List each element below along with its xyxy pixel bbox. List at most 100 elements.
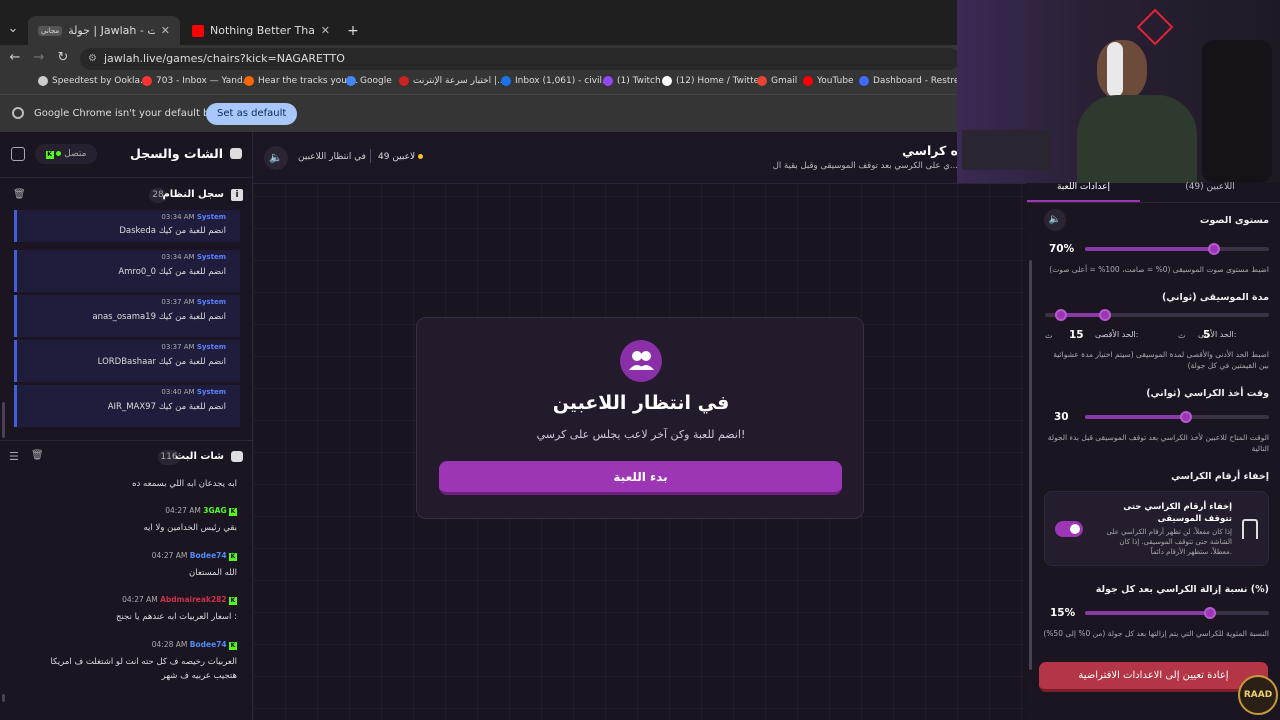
- bookmark-label: Hear the tracks you'...: [258, 76, 359, 86]
- volume-fill: [1085, 247, 1214, 251]
- system-log-title: سجل النظام: [162, 189, 224, 200]
- connection-status: K متصل: [35, 144, 97, 164]
- yandex-icon: [142, 76, 152, 86]
- music-duration-slider[interactable]: [1045, 309, 1269, 321]
- hide-numbers-card: إخفاء أرقام الكراسي حتى تتوقف الموسيقى إ…: [1044, 491, 1269, 566]
- volume-thumb[interactable]: [1207, 243, 1220, 255]
- hide-numbers-toggle[interactable]: [1055, 521, 1083, 537]
- bookmark-item[interactable]: YouTube: [803, 76, 854, 86]
- volume-description: اضبط مستوى صوت الموسيقى (0% = صامت، 100%…: [1049, 265, 1269, 274]
- divider: [0, 440, 253, 441]
- bookmark-item[interactable]: Inbox (1,061) - civil...: [501, 76, 611, 86]
- url-text: jawlah.live/games/chairs?kick=NAGARETTO: [104, 52, 345, 65]
- chat-meta: 04:27 AM 3GAG K: [165, 506, 237, 516]
- tab-game-settings[interactable]: إعدادات اللعبة: [1027, 182, 1140, 202]
- status-text: متصل: [64, 149, 87, 159]
- volume-icon[interactable]: 🔈: [1044, 209, 1066, 231]
- bookmark-item[interactable]: (1) Twitch: [603, 76, 661, 86]
- headphones-icon: [1107, 42, 1123, 97]
- log-text: Amro0_0 انضم للعبة من كيك: [118, 267, 226, 277]
- duration-max-thumb[interactable]: [1099, 309, 1112, 321]
- panel-title: الشات والسجل: [130, 146, 223, 161]
- duration-min-value: 5: [1203, 329, 1211, 341]
- close-tab-icon[interactable]: ✕: [161, 24, 170, 37]
- set-default-button[interactable]: Set as default: [206, 103, 298, 125]
- tab-badge: مجاني: [38, 25, 63, 36]
- youtube-icon: [192, 24, 204, 37]
- waiting-title: في انتظار اللاعبين: [552, 392, 730, 414]
- bookmark-label: Google: [360, 76, 392, 86]
- bookmark-item[interactable]: 703 - Inbox — Yand...: [142, 76, 251, 86]
- volume-slider[interactable]: [1085, 243, 1269, 255]
- tab-search-icon[interactable]: ⌄: [4, 20, 22, 38]
- removal-label: نسبة إزالة الكراسي بعد كل جولة (%): [1095, 584, 1269, 595]
- bookmark-item[interactable]: Speedtest by Ookla...: [38, 76, 149, 86]
- game-description: ي على الكرسي بعد توقف الموسيقى وقبل بقية…: [772, 161, 958, 171]
- bookmark-item[interactable]: Google: [346, 76, 392, 86]
- back-icon[interactable]: ←: [6, 49, 24, 67]
- clear-chat-icon[interactable]: 🗑: [31, 450, 44, 461]
- reset-defaults-button[interactable]: إعادة تعيين إلى الاعدادات الافتراضية: [1039, 662, 1268, 692]
- removal-value: 15%: [1050, 607, 1076, 619]
- chat-message: 04:27 AM 3GAG K بقي رئيس الخدامين ولا اي…: [7, 506, 237, 535]
- chair-time-fill: [1085, 415, 1187, 419]
- log-text: AIR_MAX97 انضم للعبة من كيك: [107, 402, 226, 412]
- bookmark-item[interactable]: (12) Home / Twitter: [662, 76, 763, 86]
- chat-message: 04:27 AM Abdmaireak282 K اسعار العربيات …: [7, 595, 237, 624]
- log-message: 03:34 AM System Daskeda انضم للعبة من كي…: [14, 210, 240, 242]
- settings-tabs: إعدادات اللعبة اللاعبين (49): [1027, 182, 1280, 203]
- chat-icon: [230, 148, 242, 159]
- volume-value: 70%: [1049, 243, 1075, 255]
- settings-panel: إعدادات اللعبة اللاعبين (49) 🔈 مستوى الص…: [1027, 182, 1280, 720]
- chat-meta: 04:28 AM Bodee74 K: [151, 640, 237, 650]
- chat-scrollbar[interactable]: [2, 694, 5, 702]
- log-meta: 03:34 AM System: [161, 213, 226, 221]
- settings-scrollbar[interactable]: [1029, 260, 1032, 670]
- log-meta: 03:40 AM System: [161, 388, 226, 396]
- hide-numbers-section-label: إخفاء أرقام الكراسي: [1171, 471, 1269, 482]
- chat-meta: 04:27 AM Abdmaireak282 K: [122, 595, 237, 605]
- twitch-icon: [603, 76, 613, 86]
- log-message: 03:37 AM System anas_osama19 انضم للعبة …: [14, 295, 240, 337]
- game-header: 🔈 في انتظار اللاعبين 49 لاعبين ه كراسي ي…: [253, 132, 1026, 184]
- mail-icon: [501, 76, 511, 86]
- close-tab-icon[interactable]: ✕: [321, 24, 330, 37]
- collapse-panel-icon[interactable]: [11, 147, 25, 161]
- speedtest-icon: [38, 76, 48, 86]
- stream-chat-title: شات البث: [175, 451, 224, 462]
- site-info-icon[interactable]: ⚙: [88, 48, 97, 70]
- bookmark-item[interactable]: Gmail: [757, 76, 797, 86]
- tab-jawlah[interactable]: مجاني جولة | Jawlah - منصة الألعاب الت..…: [28, 16, 180, 45]
- hide-numbers-title: إخفاء أرقام الكراسي حتى تتوقف الموسيقى: [1123, 502, 1232, 524]
- removal-slider[interactable]: [1085, 607, 1269, 619]
- forward-icon[interactable]: →: [30, 49, 48, 67]
- bookmark-label: Speedtest by Ookla...: [52, 76, 149, 86]
- clear-log-icon[interactable]: 🗑: [13, 189, 26, 200]
- removal-thumb[interactable]: [1204, 607, 1217, 619]
- youtube-icon: [803, 76, 813, 86]
- google-icon: [346, 76, 356, 86]
- users-icon: [620, 340, 662, 382]
- tab-label: Nothing Better Than The Super...: [210, 24, 315, 37]
- duration-min-thumb[interactable]: [1054, 309, 1067, 321]
- start-game-button[interactable]: بدء اللعبة: [439, 461, 842, 495]
- reload-icon[interactable]: ↻: [54, 49, 72, 67]
- log-scrollbar[interactable]: [2, 402, 5, 438]
- bookmark-item[interactable]: Dashboard - Restre...: [859, 76, 968, 86]
- bookmark-item[interactable]: Hear the tracks you'...: [244, 76, 358, 86]
- chair-time-thumb[interactable]: [1180, 411, 1193, 423]
- chair-time-slider[interactable]: [1085, 411, 1269, 423]
- duration-max-label: الحد الأقصى:: [1095, 330, 1139, 339]
- bookmark-item[interactable]: اختبار سرعة الإنترنت |...: [399, 76, 506, 86]
- filter-icon[interactable]: ☰: [9, 450, 19, 463]
- bookmark-label: Inbox (1,061) - civil...: [515, 76, 611, 86]
- speed-icon: [399, 76, 409, 86]
- tab-youtube[interactable]: Nothing Better Than The Super... ✕: [182, 16, 340, 45]
- tab-players[interactable]: اللاعبين (49): [1140, 182, 1280, 202]
- log-message: 03:40 AM System AIR_MAX97 انضم للعبة من …: [14, 385, 240, 427]
- sound-toggle-icon[interactable]: 🔈: [264, 146, 288, 170]
- chair-time-label: وقت أخذ الكراسي (ثواني): [1146, 388, 1269, 399]
- waiting-card: في انتظار اللاعبين انضم للعبة وكن آخر لا…: [416, 317, 864, 519]
- new-tab-button[interactable]: +: [342, 16, 364, 45]
- url-field[interactable]: ⚙ jawlah.live/games/chairs?kick=NAGARETT…: [80, 48, 960, 70]
